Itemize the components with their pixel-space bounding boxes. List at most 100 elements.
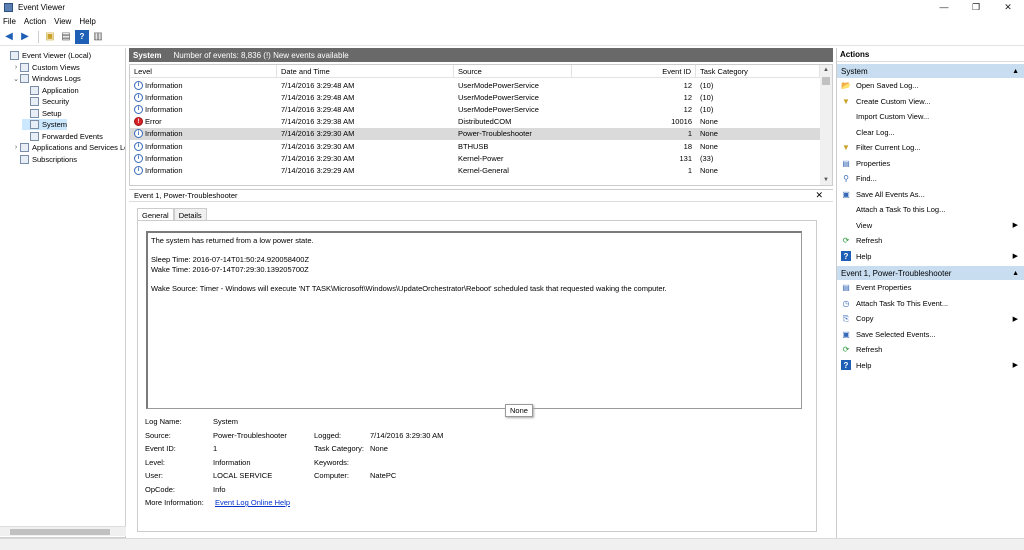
event-row[interactable]: i Information 7/14/2016 3:29:29 AM Kernel-G… [130, 164, 820, 176]
expander-icon[interactable]: › [12, 64, 20, 71]
tooltip: None [505, 404, 533, 417]
event-row[interactable]: i Information 7/14/2016 3:29:30 AM BTHUSB 18… [130, 140, 820, 152]
event-source: UserModePowerService [458, 92, 539, 102]
action-item[interactable]: ⎘ Copy ▶ [837, 311, 1024, 327]
up-folder-icon[interactable]: ▣ [43, 30, 57, 44]
tree-item-label: Application [42, 85, 79, 95]
close-button[interactable]: ✕ [992, 0, 1024, 14]
restore-button[interactable]: ❐ [960, 0, 992, 14]
event-row[interactable]: i Information 7/14/2016 3:29:30 AM Power-Tr… [130, 127, 820, 140]
log-folder-icon [30, 131, 39, 141]
task-category-label: Task Category: [314, 444, 365, 453]
tree-item[interactable]: › Custom Views [12, 62, 80, 73]
information-icon: i [134, 129, 143, 139]
event-date: 7/14/2016 3:29:38 AM [281, 117, 355, 127]
expander-icon[interactable]: ⌄ [12, 75, 20, 83]
event-source: Power-Troubleshooter [458, 129, 532, 139]
show-hide-tree-icon[interactable]: ▤ [59, 30, 73, 44]
event-id-value: 1 [213, 444, 218, 453]
tree-item[interactable]: Setup [22, 108, 62, 119]
log-folder-icon [20, 154, 29, 164]
action-item[interactable]: ? Help ▶ [837, 358, 1024, 374]
event-level-text: Information [145, 165, 183, 175]
close-detail-icon[interactable]: ✕ [815, 190, 823, 201]
action-item[interactable]: View ▶ [837, 218, 1024, 234]
column-header-source[interactable]: Source [454, 65, 572, 77]
event-date: 7/14/2016 3:29:48 AM [281, 92, 355, 102]
action-label: Save Selected Events... [856, 329, 936, 339]
show-hide-action-pane-icon[interactable]: ▥ [91, 30, 105, 44]
action-label: Refresh [856, 345, 883, 355]
task-icon: ◷ [842, 298, 850, 308]
action-item[interactable]: ⟳ Refresh [837, 342, 1024, 358]
action-label: Attach Task To This Event... [856, 298, 949, 308]
back-arrow-icon[interactable]: ◀ [2, 30, 16, 44]
action-item[interactable]: ▼ Create Custom View... [837, 94, 1024, 110]
toolbar-divider [38, 30, 39, 43]
event-message-box[interactable]: The system has returned from a low power… [146, 231, 802, 409]
center-pane: System Number of events: 8,836 (!) New e… [129, 48, 833, 538]
scrollbar-thumb[interactable] [822, 77, 830, 85]
help-icon[interactable]: ? [75, 29, 89, 44]
find-icon: ⚲ [843, 174, 849, 184]
tree-item[interactable]: Forwarded Events [22, 131, 103, 142]
tree-item[interactable]: ⌄ Windows Logs [12, 73, 81, 84]
event-row[interactable]: ! Error 7/14/2016 3:29:38 AM DistributedCOM… [130, 116, 820, 128]
action-item[interactable]: ◷ Attach Task To This Event... [837, 296, 1024, 312]
scroll-up-icon[interactable]: ▲ [820, 65, 832, 75]
action-item[interactable]: ▼ Filter Current Log... [837, 140, 1024, 156]
menu-help[interactable]: Help [79, 17, 95, 26]
event-row[interactable]: i Information 7/14/2016 3:29:48 AM UserMode… [130, 91, 820, 103]
log-folder-icon [30, 108, 39, 118]
action-item[interactable]: ? Help ▶ [837, 249, 1024, 265]
action-item[interactable]: ⟳ Refresh [837, 233, 1024, 249]
tree-item[interactable]: Security [22, 96, 69, 107]
column-header-date[interactable]: Date and Time [277, 65, 454, 77]
actions-section-system[interactable]: System ▲ [837, 64, 1024, 78]
event-log-help-link[interactable]: Event Log Online Help [215, 498, 290, 507]
action-label: Import Custom View... [856, 112, 930, 122]
event-date: 7/14/2016 3:29:48 AM [281, 80, 355, 90]
scrollbar-thumb[interactable] [10, 529, 110, 535]
action-item[interactable]: ▤ Properties [837, 156, 1024, 172]
keywords-label: Keywords: [314, 457, 350, 467]
expander-icon[interactable]: › [12, 144, 20, 151]
column-header-event-id[interactable]: Event ID [572, 65, 696, 77]
actions-section-event[interactable]: Event 1, Power-Troubleshooter ▲ [837, 266, 1024, 280]
column-header-level[interactable]: Level [130, 65, 277, 77]
menu-view[interactable]: View [54, 17, 71, 26]
tree-horizontal-scrollbar[interactable] [0, 526, 126, 536]
event-row[interactable]: i Information 7/14/2016 3:29:48 AM UserMode… [130, 103, 820, 115]
action-item[interactable]: Import Custom View... [837, 109, 1024, 125]
action-item[interactable]: ▤ Event Properties [837, 280, 1024, 296]
collapse-icon[interactable]: ▲ [1012, 270, 1019, 277]
action-item[interactable]: ⚲ Find... [837, 171, 1024, 187]
tree-item[interactable]: Subscriptions [12, 154, 77, 165]
event-viewer-app-icon [4, 2, 13, 12]
action-item[interactable]: Attach a Task To this Log... [837, 202, 1024, 218]
minimize-button[interactable]: — [928, 0, 960, 14]
message-line: Wake Time: 2016-07-14T07:29:30.139205700… [151, 264, 309, 274]
column-header-task-category[interactable]: Task Category [696, 65, 820, 77]
tree-item[interactable]: › Applications and Services Lo [12, 142, 125, 153]
forward-arrow-icon[interactable]: ▶ [18, 30, 32, 44]
event-row[interactable]: i Information 7/14/2016 3:29:30 AM Kernel-P… [130, 152, 820, 164]
action-item[interactable]: ▣ Save Selected Events... [837, 327, 1024, 343]
menu-action[interactable]: Action [24, 17, 46, 26]
event-row[interactable]: i Information 7/14/2016 3:29:48 AM UserMode… [130, 79, 820, 91]
information-icon: i [134, 80, 143, 90]
collapse-icon[interactable]: ▲ [1012, 68, 1019, 75]
tree-item-label: Windows Logs [32, 74, 81, 83]
action-item[interactable]: 📂 Open Saved Log... [837, 78, 1024, 94]
action-label: Help [856, 251, 872, 261]
tree-item[interactable]: Event Viewer (Local) [2, 50, 91, 61]
tree-item[interactable]: Application [22, 85, 79, 96]
events-vertical-scrollbar[interactable]: ▲ ▼ [820, 65, 832, 185]
menu-file[interactable]: File [3, 17, 16, 26]
tree-item[interactable]: System [22, 119, 68, 130]
tree-item-label: Custom Views [32, 62, 80, 72]
action-item[interactable]: ▣ Save All Events As... [837, 187, 1024, 203]
action-label: Clear Log... [856, 127, 895, 137]
scroll-down-icon[interactable]: ▼ [820, 175, 832, 185]
action-item[interactable]: Clear Log... [837, 125, 1024, 141]
